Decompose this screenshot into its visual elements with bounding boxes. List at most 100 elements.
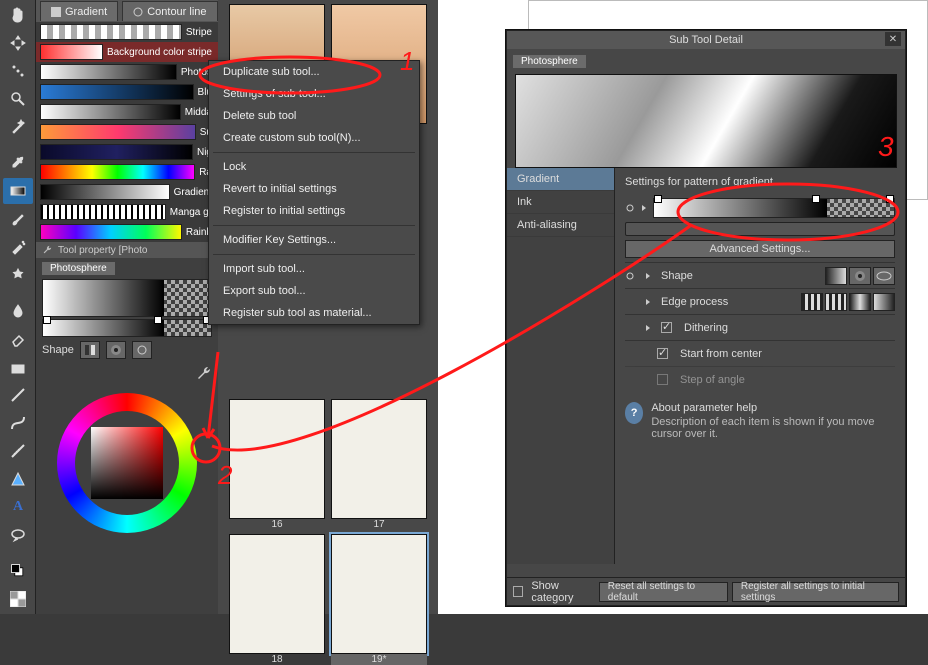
subtool-rainbow2[interactable]: Rainb	[36, 222, 218, 242]
expand-icon[interactable]	[643, 323, 653, 333]
ctx-create[interactable]: Create custom sub tool(N)...	[209, 127, 419, 149]
ctx-settings[interactable]: Settings of sub tool...	[209, 83, 419, 105]
shape-radial-button[interactable]	[106, 341, 126, 359]
subtool-sunset[interactable]: Su	[36, 122, 218, 142]
wrench-icon	[42, 245, 52, 255]
subtool-night[interactable]: Nig	[36, 142, 218, 162]
register-button[interactable]: Register all settings to initial setting…	[732, 582, 899, 602]
shape-tool[interactable]	[3, 466, 33, 492]
airbrush-tool[interactable]	[3, 234, 33, 260]
wand-tool[interactable]	[3, 114, 33, 140]
dialog-photosphere-chip: Photosphere	[513, 55, 586, 68]
eyedropper-tool[interactable]	[3, 150, 33, 176]
edge-opt4-button[interactable]	[873, 293, 895, 311]
reset-button[interactable]: Reset all settings to default	[599, 582, 728, 602]
sv-square[interactable]	[91, 427, 163, 499]
gradient-preview-large[interactable]	[42, 279, 212, 317]
color-wheel[interactable]	[57, 393, 197, 533]
curve-tool[interactable]	[3, 410, 33, 436]
shape-radial-button[interactable]	[849, 267, 871, 285]
checker-swatch[interactable]	[3, 586, 33, 612]
dialog-gradient-preview[interactable]	[515, 74, 897, 168]
edge-opt2-button[interactable]	[825, 293, 847, 311]
shape-linear-button[interactable]	[825, 267, 847, 285]
dot-tool[interactable]	[3, 58, 33, 84]
tab-contour[interactable]: Contour line	[122, 1, 217, 21]
blend-tool[interactable]	[3, 298, 33, 324]
fill-tool[interactable]	[3, 354, 33, 380]
gradient-stop[interactable]	[43, 316, 51, 324]
dialog-gradient-bar[interactable]	[653, 198, 895, 218]
gradient-bar[interactable]	[42, 319, 212, 337]
expand-icon[interactable]	[643, 271, 653, 281]
tool-detail-wrench-icon[interactable]	[196, 365, 212, 381]
tool-property-title: Tool property [Photo	[58, 245, 148, 256]
subtool-midday[interactable]: Midda	[36, 102, 218, 122]
ctx-export[interactable]: Export sub tool...	[209, 280, 419, 302]
gradient-tool[interactable]	[3, 178, 33, 204]
ctx-revert[interactable]: Revert to initial settings	[209, 178, 419, 200]
hand-tool[interactable]	[3, 2, 33, 28]
cat-gradient[interactable]: Gradient	[507, 168, 614, 191]
expand-icon[interactable]	[643, 297, 653, 307]
subtool-blue[interactable]: Blu	[36, 82, 218, 102]
text-tool[interactable]: A	[3, 494, 33, 520]
subtool-manga[interactable]: Manga gr	[36, 202, 218, 222]
move-layer-tool[interactable]	[3, 30, 33, 56]
show-category-check[interactable]: Show category	[513, 580, 599, 604]
dialog-titlebar[interactable]: Sub Tool Detail ✕	[507, 31, 905, 49]
gradient-stop[interactable]	[812, 195, 820, 203]
line-tool[interactable]	[3, 382, 33, 408]
eye-icon[interactable]	[625, 271, 635, 281]
startcenter-row: Start from center	[625, 340, 895, 366]
page-thumb[interactable]	[331, 534, 427, 654]
gradient-stop[interactable]	[154, 316, 162, 324]
gradient-stop[interactable]	[654, 195, 662, 203]
ctx-modifier[interactable]: Modifier Key Settings...	[209, 229, 419, 251]
ctx-duplicate[interactable]: Duplicate sub tool...	[209, 61, 419, 83]
ruler-tool[interactable]	[3, 438, 33, 464]
settings-desc: Settings for pattern of gradient.	[625, 176, 895, 188]
tab-contour-label: Contour line	[147, 6, 206, 18]
ctx-register-material[interactable]: Register sub tool as material...	[209, 302, 419, 324]
dialog-close-button[interactable]: ✕	[885, 32, 901, 46]
decoration-tool[interactable]	[3, 262, 33, 288]
page-thumb[interactable]	[229, 399, 325, 519]
zoom-tool[interactable]	[3, 86, 33, 112]
ctx-import[interactable]: Import sub tool...	[209, 258, 419, 280]
subtool-stripe[interactable]: Stripe	[36, 22, 218, 42]
advanced-settings-button[interactable]: Advanced Settings...	[625, 240, 895, 258]
edge-opt1-button[interactable]	[801, 293, 823, 311]
brush-tool[interactable]	[3, 206, 33, 232]
tab-gradient-label: Gradient	[65, 6, 107, 18]
start-center-checkbox[interactable]	[657, 348, 668, 359]
subtool-photosphere[interactable]: Photos	[36, 62, 218, 82]
expand-icon[interactable]	[639, 203, 649, 213]
page-thumb[interactable]	[331, 399, 427, 519]
shape-more-button[interactable]	[132, 341, 152, 359]
page-thumb[interactable]	[229, 534, 325, 654]
balloon-tool[interactable]	[3, 522, 33, 548]
subtool-gradientset[interactable]: Gradient	[36, 182, 218, 202]
subtool-bgstripe[interactable]: Background color stripe	[36, 42, 218, 62]
shape-ellipse-button[interactable]	[873, 267, 895, 285]
shape-linear-button[interactable]	[80, 341, 100, 359]
eye-icon[interactable]	[625, 203, 635, 213]
checkbox-icon[interactable]	[513, 586, 523, 597]
cat-antialiasing[interactable]: Anti-aliasing	[507, 214, 614, 237]
shape-row: Shape	[42, 341, 212, 359]
ctx-register-init[interactable]: Register to initial settings	[209, 200, 419, 222]
fg-bg-swatch[interactable]	[3, 558, 33, 584]
preview-icon	[40, 184, 170, 200]
gradient-stop[interactable]	[886, 195, 894, 203]
tab-gradient[interactable]: Gradient	[40, 1, 118, 21]
ctx-delete[interactable]: Delete sub tool	[209, 105, 419, 127]
dithering-checkbox[interactable]	[661, 322, 672, 333]
eraser-tool[interactable]	[3, 326, 33, 352]
edge-opt3-button[interactable]	[849, 293, 871, 311]
photosphere-chip: Photosphere	[42, 262, 115, 275]
gradient-track[interactable]	[625, 222, 895, 236]
subtool-rainbow[interactable]: Ra	[36, 162, 218, 182]
cat-ink[interactable]: Ink	[507, 191, 614, 214]
ctx-lock[interactable]: Lock	[209, 156, 419, 178]
